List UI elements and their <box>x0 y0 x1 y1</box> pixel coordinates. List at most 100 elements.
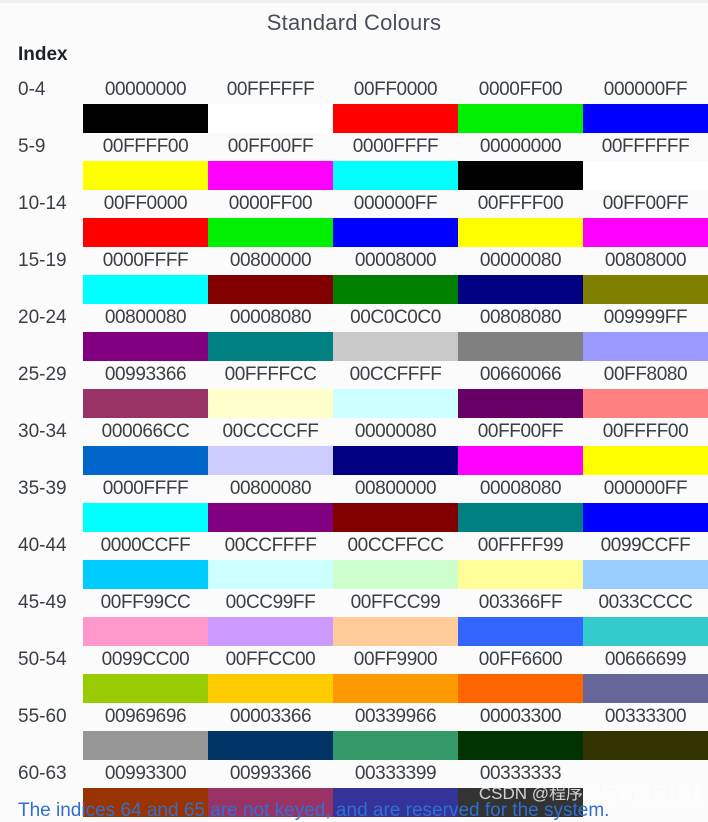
hex-value: 00FFFFFF <box>226 79 315 100</box>
color-swatch <box>458 104 583 133</box>
hex-value-group: 0000FFFF 00800080 00800000 00008080 000000FF <box>83 478 708 500</box>
color-swatch <box>458 560 583 589</box>
row-label-line: 25-29 00993366 00FFFFCC 00CCFFFF 00660066 00F… <box>0 361 708 389</box>
hex-value: 0099CCFF <box>600 535 691 556</box>
row-label-line: 0-4 00000000 00FFFFFF 00FF0000 0000FF00 00000… <box>0 76 708 104</box>
hex-value: 00FFCC00 <box>225 649 316 670</box>
hex-value: 00CC99FF <box>225 592 316 613</box>
row-index-label: 60-63 <box>18 763 67 784</box>
page-title: Standard Colours <box>266 10 442 35</box>
color-swatch <box>583 674 708 703</box>
color-swatch <box>333 560 458 589</box>
color-swatch <box>458 674 583 703</box>
color-swatch <box>83 674 208 703</box>
color-swatch <box>83 446 208 475</box>
hex-value: 00FFCC99 <box>350 592 441 613</box>
table-row: 10-14 00FF0000 0000FF00 000000FF 00FFFF00 00F… <box>0 190 708 247</box>
color-swatch <box>583 560 708 589</box>
hex-value: 00000000 <box>104 79 187 100</box>
hex-value: 009999FF <box>603 307 688 328</box>
hex-value: 00C0C0C0 <box>350 307 441 328</box>
hex-value-group: 00969696 00003366 00339966 00003300 00333300 <box>83 706 708 728</box>
hex-value: 00000000 <box>479 136 562 157</box>
table-row: 35-39 0000FFFF 00800080 00800000 00008080 000… <box>0 475 708 532</box>
hex-value: 00FF8080 <box>603 364 688 385</box>
swatch-group <box>0 161 708 190</box>
color-swatch <box>208 560 333 589</box>
row-label-line: 60-63 00993300 00993366 00333399 00333333 <box>0 760 708 788</box>
color-swatch <box>83 275 208 304</box>
color-swatch <box>208 446 333 475</box>
row-index-label: 25-29 <box>18 364 67 385</box>
hex-value-group: 0099CC00 00FFCC00 00FF9900 00FF6600 00666699 <box>83 649 708 671</box>
color-swatch <box>458 332 583 361</box>
hex-value: 0000FFFF <box>102 250 189 271</box>
hex-value: 00FF00FF <box>477 421 564 442</box>
hex-value: 00333399 <box>354 763 437 784</box>
color-swatch <box>583 446 708 475</box>
table-row: 45-49 00FF99CC 00CC99FF 00FFCC99 003366FF 003… <box>0 589 708 646</box>
hex-value: 00FFFF00 <box>102 136 189 157</box>
color-swatch <box>208 275 333 304</box>
color-swatch <box>583 275 708 304</box>
color-swatch <box>208 218 333 247</box>
standard-colours-table: 0-4 00000000 00FFFFFF 00FF0000 0000FF00 00000… <box>0 76 708 817</box>
hex-value-group: 00FF99CC 00CC99FF 00FFCC99 003366FF 0033CCCC <box>83 592 708 614</box>
footer-note: The indices 64 and 65 are not keyed, and… <box>18 800 610 821</box>
hex-value: 00FFFFCC <box>224 364 317 385</box>
color-swatch <box>583 389 708 418</box>
hex-value: 00FFFFFF <box>601 136 690 157</box>
row-label-line: 50-54 0099CC00 00FFCC00 00FF9900 00FF6600 006… <box>0 646 708 674</box>
color-swatch <box>458 218 583 247</box>
row-label-line: 30-34 000066CC 00CCCCFF 00000080 00FF00FF 00F… <box>0 418 708 446</box>
hex-value: 00FF0000 <box>103 193 188 214</box>
swatch-group <box>0 104 708 133</box>
hex-value: 00808080 <box>479 307 562 328</box>
hex-value: 00FF0000 <box>353 79 438 100</box>
color-swatch <box>208 389 333 418</box>
color-swatch <box>83 161 208 190</box>
color-swatch <box>333 104 458 133</box>
hex-value: 0033CCCC <box>598 592 693 613</box>
color-swatch <box>83 104 208 133</box>
hex-value: 00CCFFFF <box>349 364 442 385</box>
color-swatch <box>83 731 208 760</box>
hex-value-group: 0000FFFF 00800000 00008000 00000080 00808000 <box>83 250 708 272</box>
hex-value: 00993366 <box>104 364 187 385</box>
row-label-line: 35-39 0000FFFF 00800080 00800000 00008080 000… <box>0 475 708 503</box>
color-swatch <box>208 332 333 361</box>
hex-value: 00993366 <box>229 763 312 784</box>
hex-value: 00CCFFFF <box>224 535 317 556</box>
color-swatch <box>208 503 333 532</box>
swatch-group <box>0 389 708 418</box>
hex-value: 00FF9900 <box>353 649 438 670</box>
color-swatch <box>333 218 458 247</box>
row-index-label: 15-19 <box>18 250 67 271</box>
hex-value: 00339966 <box>354 706 437 727</box>
hex-value: 0000FF00 <box>478 79 563 100</box>
color-swatch <box>583 617 708 646</box>
row-index-label: 0-4 <box>18 79 46 100</box>
swatch-group <box>0 731 708 760</box>
hex-value: 00969696 <box>104 706 187 727</box>
hex-value <box>583 763 708 785</box>
row-index-label: 55-60 <box>18 706 67 727</box>
row-index-label: 45-49 <box>18 592 67 613</box>
color-swatch <box>83 218 208 247</box>
swatch-group <box>0 446 708 475</box>
hex-value: 00008000 <box>354 250 437 271</box>
swatch-group <box>0 503 708 532</box>
row-index-label: 40-44 <box>18 535 67 556</box>
table-row: 0-4 00000000 00FFFFFF 00FF0000 0000FF00 00000… <box>0 76 708 133</box>
hex-value: 00800080 <box>104 307 187 328</box>
hex-value: 0000CCFF <box>100 535 191 556</box>
hex-value: 00000080 <box>354 421 437 442</box>
table-row: 55-60 00969696 00003366 00339966 00003300 003… <box>0 703 708 760</box>
hex-value: 00008080 <box>479 478 562 499</box>
hex-value: 00660066 <box>479 364 562 385</box>
hex-value: 00CCCCFF <box>222 421 319 442</box>
hex-value: 00000080 <box>479 250 562 271</box>
color-swatch <box>458 161 583 190</box>
hex-value: 000000FF <box>603 79 688 100</box>
hex-value: 003366FF <box>478 592 563 613</box>
